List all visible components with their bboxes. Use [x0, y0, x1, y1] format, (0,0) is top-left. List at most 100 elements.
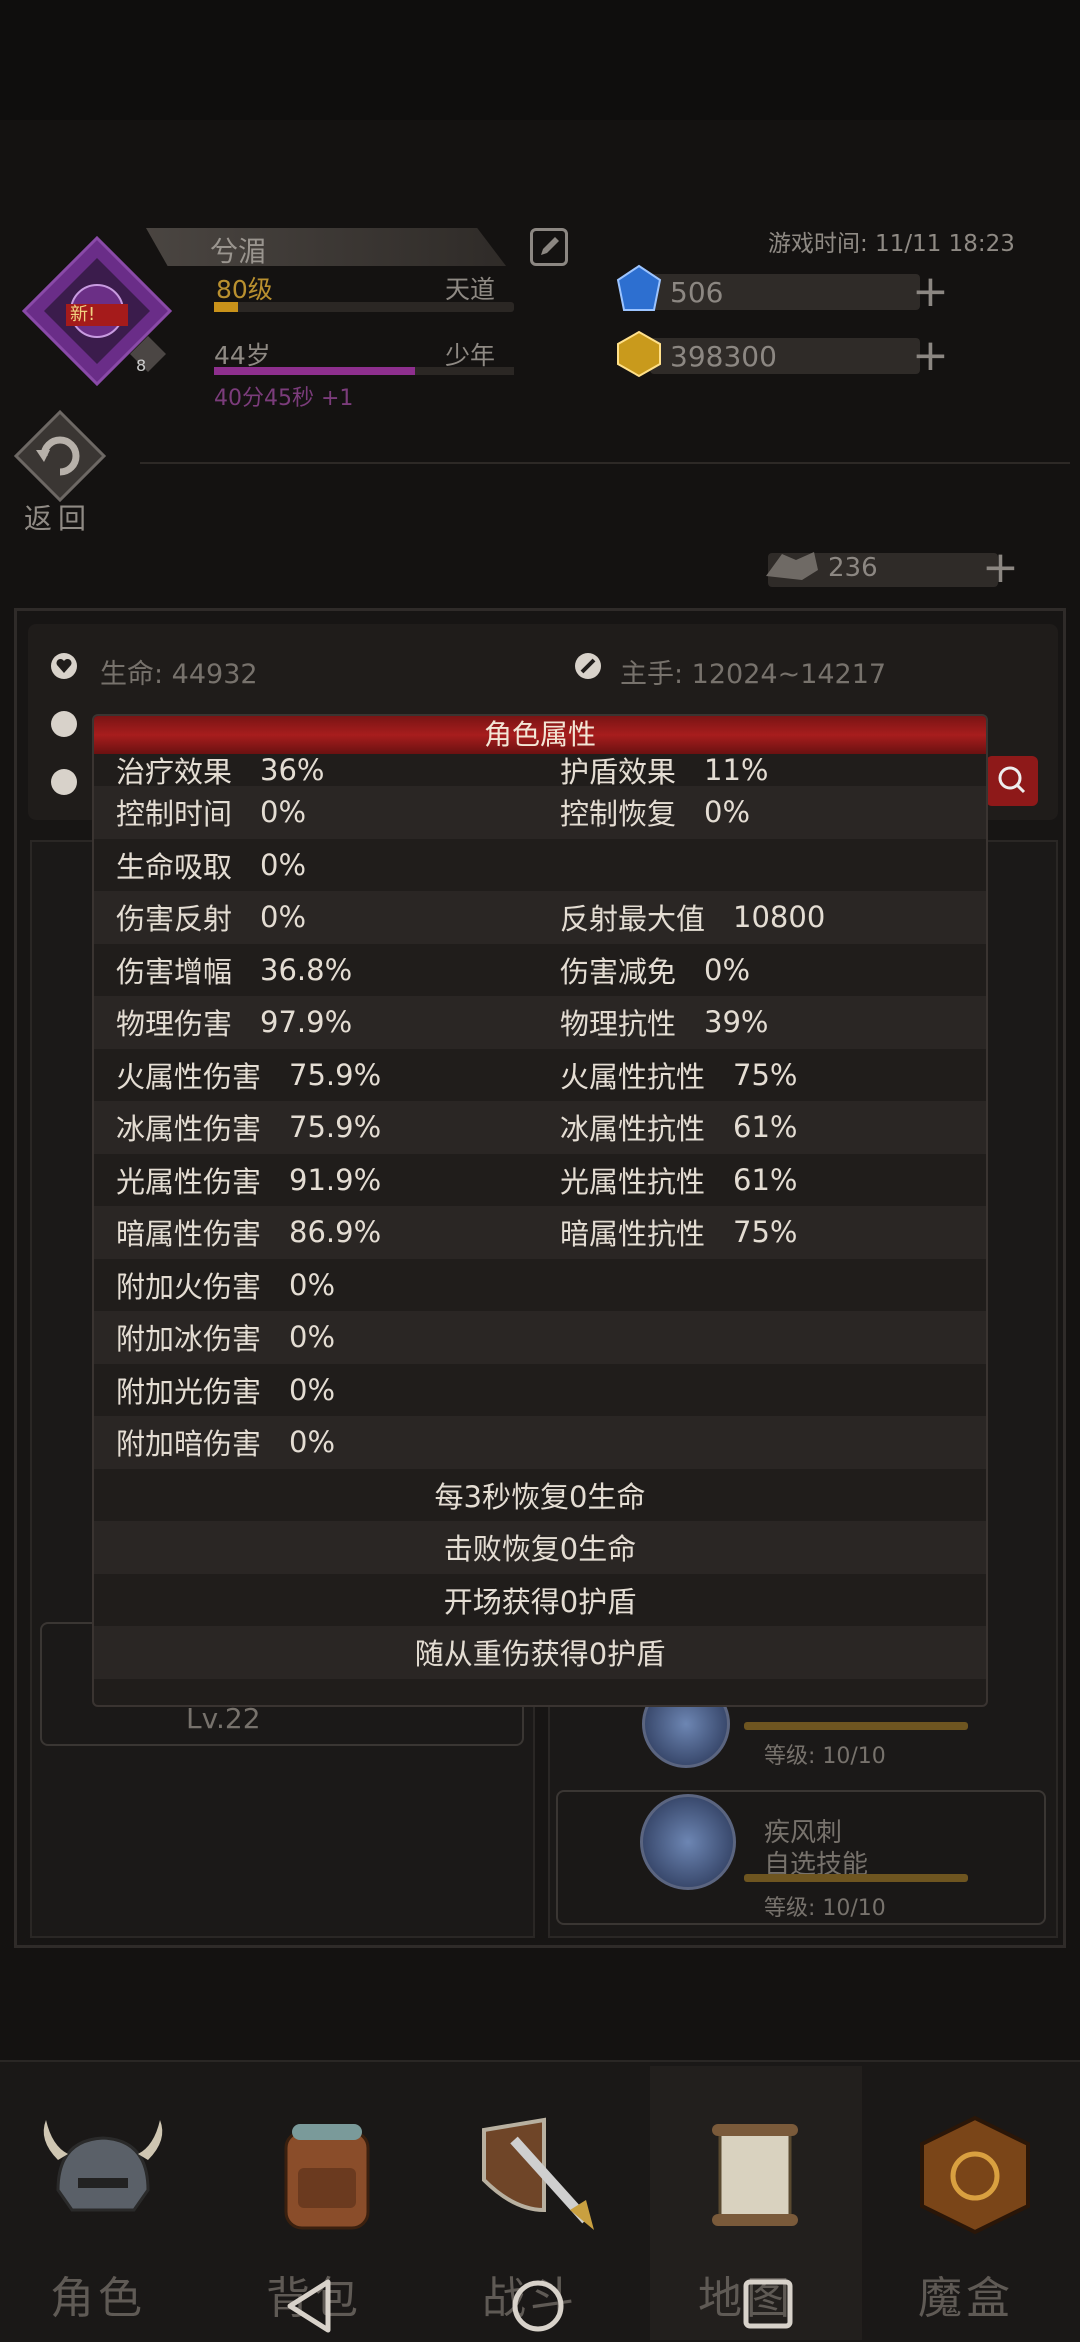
attr-name: 物理伤害 [116, 1007, 233, 1042]
attr-value: 11% [704, 753, 769, 787]
attr-value: 10800 [733, 900, 826, 935]
attr-name: 暗属性伤害 [116, 1217, 262, 1252]
main-hand-stat: 主手: 12024~14217 [620, 659, 887, 690]
attribute-right: 火属性抗性 75% [560, 1049, 797, 1102]
attribute-row: 伤害反射 0% 反射最大值 10800 [94, 891, 986, 944]
attr-value: 0% [260, 795, 307, 830]
attribute-left: 火属性伤害 75.9% [116, 1049, 381, 1102]
game-time: 游戏时间: 11/11 18:23 [768, 231, 1015, 257]
attribute-left: 附加暗伤害 0% [116, 1416, 335, 1469]
stamina-count: 236 [828, 553, 878, 583]
attr-name: 附加光伤害 [116, 1374, 262, 1409]
attr-name: 火属性伤害 [116, 1059, 262, 1094]
wind-strike-icon [640, 1794, 736, 1890]
avatar-emblem[interactable] [22, 236, 172, 386]
attribute-right: 控制恢复 0% [560, 786, 750, 839]
header-divider [140, 462, 1070, 464]
attr-name: 伤害反射 [116, 902, 233, 937]
attribute-row: 附加火伤害 0% [94, 1259, 986, 1312]
attribute-row: 物理伤害 97.9% 物理抗性 39% [94, 996, 986, 1049]
regen-row: 随从重伤获得0护盾 [94, 1626, 986, 1679]
attr-value: 39% [704, 1005, 769, 1040]
system-back-icon[interactable] [282, 2278, 336, 2334]
attribute-right: 物理抗性 39% [560, 996, 768, 1049]
attribute-left: 附加冰伤害 0% [116, 1311, 335, 1364]
regen-text: 每3秒恢复0生命 [434, 1479, 646, 1514]
attribute-row: 附加光伤害 0% [94, 1364, 986, 1417]
scroll-map-icon[interactable] [690, 2110, 820, 2240]
attributes-modal[interactable]: 角色属性 治疗效果 36% 护盾效果 11% 控制时间 0% 控制恢复 0% 生命吸取 0% 伤害反… [92, 714, 988, 1707]
attr-name: 反射最大值 [560, 902, 706, 937]
attr-value: 61% [733, 1110, 798, 1145]
pencil-icon [541, 237, 559, 255]
attr-name: 附加暗伤害 [116, 1427, 262, 1462]
attr-name: 冰属性伤害 [116, 1112, 262, 1147]
system-home-icon[interactable] [510, 2278, 566, 2334]
regen-text: 击败恢复0生命 [443, 1532, 637, 1567]
nav-label-box[interactable]: 魔盒 [918, 2262, 1014, 2326]
backpack-icon[interactable] [262, 2110, 392, 2240]
attribute-row: 治疗效果 36% 护盾效果 11% [94, 753, 986, 789]
attr-value: 75% [733, 1057, 798, 1092]
attr-value: 75.9% [289, 1057, 382, 1092]
attr-value: 75% [733, 1215, 798, 1250]
attribute-row: 附加暗伤害 0% [94, 1416, 986, 1469]
attr-value: 0% [289, 1267, 336, 1302]
attribute-left: 生命吸取 0% [116, 839, 306, 892]
attribute-left: 光属性伤害 91.9% [116, 1154, 381, 1207]
life-stat: 生命: 44932 [100, 659, 258, 690]
back-label[interactable]: 返回 [24, 497, 92, 537]
attr-name: 生命吸取 [116, 849, 233, 884]
wolf-icon [766, 552, 818, 580]
attribute-row: 控制时间 0% 控制恢复 0% [94, 786, 986, 839]
attr-name: 治疗效果 [116, 755, 233, 789]
age-progress-bar [214, 367, 514, 375]
add-blue-gem-button[interactable]: + [912, 270, 949, 314]
player-realm: 天道 [445, 275, 496, 304]
heart-icon [51, 653, 77, 679]
attr-name: 护盾效果 [560, 755, 677, 789]
system-recents-icon[interactable] [742, 2278, 794, 2330]
sword-shield-icon[interactable] [474, 2110, 604, 2240]
attribute-right: 伤害减免 0% [560, 944, 750, 997]
attr-name: 附加冰伤害 [116, 1322, 262, 1357]
attr-name: 附加火伤害 [116, 1269, 262, 1304]
search-button[interactable] [986, 756, 1038, 806]
magic-box-icon[interactable] [910, 2110, 1040, 2240]
attr-name: 冰属性抗性 [560, 1112, 706, 1147]
attr-value: 0% [704, 795, 751, 830]
attr-value: 36.8% [260, 952, 353, 987]
attribute-right: 光属性抗性 61% [560, 1154, 797, 1207]
regen-row: 开场获得0护盾 [94, 1574, 986, 1627]
blue-gem-count: 506 [670, 276, 724, 309]
attribute-left: 控制时间 0% [116, 786, 306, 839]
shield-stat-icon [51, 769, 77, 795]
attribute-left: 治疗效果 36% [116, 753, 324, 789]
regen-row: 每3秒恢复0生命 [94, 1469, 986, 1522]
name-banner [146, 228, 506, 266]
attribute-row: 火属性伤害 75.9% 火属性抗性 75% [94, 1049, 986, 1102]
player-level: 80级 [216, 275, 273, 304]
attribute-right: 暗属性抗性 75% [560, 1206, 797, 1259]
add-gold-gem-button[interactable]: + [912, 334, 949, 378]
attribute-left: 冰属性伤害 75.9% [116, 1101, 381, 1154]
attribute-row: 生命吸取 0% [94, 839, 986, 892]
attribute-right: 护盾效果 11% [560, 753, 769, 789]
edit-name-button[interactable] [530, 228, 568, 266]
add-stamina-button[interactable]: + [982, 546, 1019, 590]
regen-row: 击败恢复0生命 [94, 1521, 986, 1574]
attribute-left: 伤害反射 0% [116, 891, 306, 944]
attribute-right: 冰属性抗性 61% [560, 1101, 797, 1154]
back-icon[interactable] [14, 410, 106, 502]
blue-gem-icon [616, 264, 662, 311]
skill-grade-2: 等级: 10/10 [764, 1896, 886, 1921]
attr-name: 光属性抗性 [560, 1164, 706, 1199]
attribute-left: 附加火伤害 0% [116, 1259, 335, 1312]
nav-label-role[interactable]: 角色 [50, 2262, 146, 2326]
attr-value: 0% [289, 1425, 336, 1460]
attr-value: 75.9% [289, 1110, 382, 1145]
attr-value: 0% [289, 1372, 336, 1407]
age-timer: 40分45秒 +1 [214, 386, 354, 411]
attr-name: 光属性伤害 [116, 1164, 262, 1199]
helmet-icon[interactable] [38, 2110, 168, 2240]
